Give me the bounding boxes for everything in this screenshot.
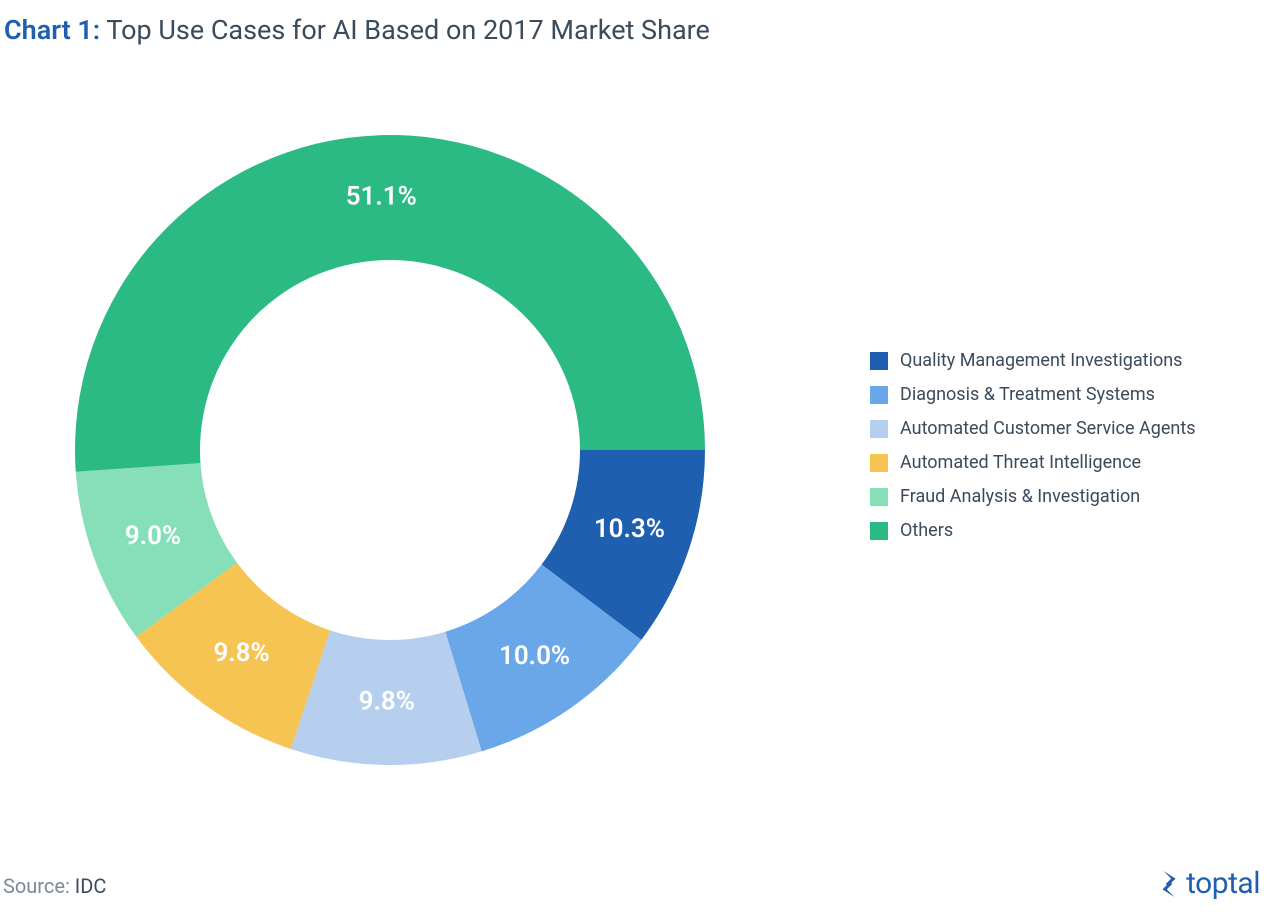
legend-item: Automated Threat Intelligence: [870, 452, 1196, 473]
source-line: Source: IDC: [3, 874, 106, 898]
slice-label: 9.8%: [359, 686, 415, 716]
slice-label: 9.8%: [213, 638, 269, 668]
legend-label: Fraud Analysis & Investigation: [900, 486, 1140, 507]
legend-label: Others: [900, 520, 953, 541]
donut-svg: 10.3% 10.0% 9.8% 9.8% 9.0% 51.1%: [40, 100, 740, 800]
slice-label: 51.1%: [346, 182, 417, 212]
legend: Quality Management Investigations Diagnos…: [870, 350, 1196, 554]
legend-label: Automated Threat Intelligence: [900, 452, 1141, 473]
chart-container: Chart 1: Top Use Cases for AI Based on 2…: [0, 0, 1280, 916]
legend-item: Others: [870, 520, 1196, 541]
chart-number-label: Chart 1:: [4, 14, 100, 46]
slice-label: 10.0%: [499, 641, 570, 671]
brand-name: toptal: [1186, 866, 1260, 901]
brand-logo: toptal: [1156, 866, 1260, 901]
donut-chart: 10.3% 10.0% 9.8% 9.8% 9.0% 51.1%: [40, 100, 740, 800]
chart-title-text: Top Use Cases for AI Based on 2017 Marke…: [106, 14, 710, 46]
legend-item: Automated Customer Service Agents: [870, 418, 1196, 439]
legend-label: Diagnosis & Treatment Systems: [900, 384, 1155, 405]
legend-label: Quality Management Investigations: [900, 350, 1182, 371]
legend-swatch: [870, 420, 888, 438]
legend-swatch: [870, 522, 888, 540]
legend-swatch: [870, 454, 888, 472]
legend-item: Quality Management Investigations: [870, 350, 1196, 371]
legend-swatch: [870, 488, 888, 506]
chart-title: Chart 1: Top Use Cases for AI Based on 2…: [4, 14, 710, 46]
legend-label: Automated Customer Service Agents: [900, 418, 1196, 439]
legend-swatch: [870, 386, 888, 404]
toptal-icon: [1156, 871, 1182, 897]
slice-label: 10.3%: [594, 514, 665, 544]
source-value: IDC: [75, 874, 107, 898]
source-label: Source:: [3, 874, 70, 898]
legend-item: Fraud Analysis & Investigation: [870, 486, 1196, 507]
slice-label: 9.0%: [125, 521, 181, 551]
legend-item: Diagnosis & Treatment Systems: [870, 384, 1196, 405]
legend-swatch: [870, 352, 888, 370]
